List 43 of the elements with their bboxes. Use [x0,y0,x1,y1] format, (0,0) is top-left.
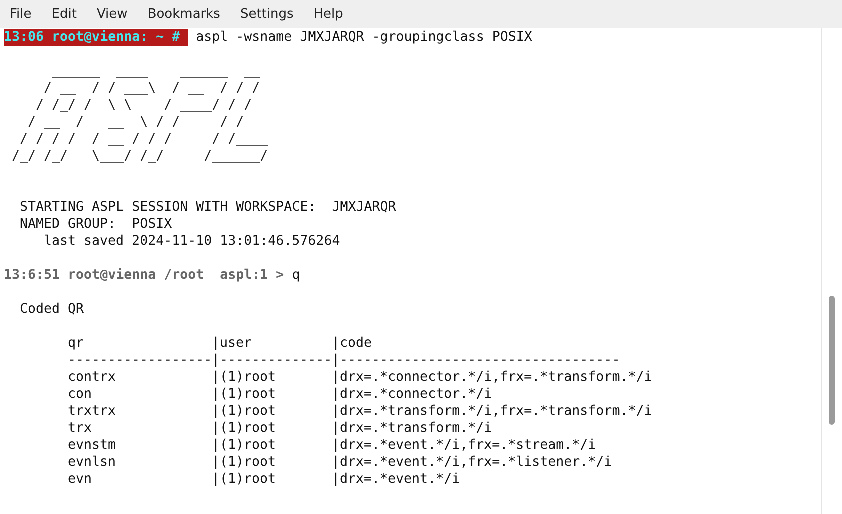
ascii-art-title: ______ ____ ______ __ / __ / / ___\ / __ / / / / /_/ / \ \ / ____/ / / / __ / __ \ / / / / / / / / / __ / / / / /____ /_/ /_/ \___/ /_/ /______/ [11,63,268,165]
table-cell: |drx=.*transform.*/i,frx=.*transform.*/i [332,403,652,420]
table-cell-text: |(1)root [212,454,278,471]
command-text: aspl -wsname JMXJARQR -groupingclass POSIX [196,29,532,46]
table-cell-text: con [68,386,94,403]
menu-item[interactable]: Settings [230,6,304,22]
session-message: STARTING ASPL SESSION WITH WORKSPACE: JMXJARQR [20,199,396,216]
table-cell: |drx=.*event.*/i [332,471,460,488]
result-title: Coded QR [20,301,84,318]
table-cell: |drx=.*event.*/i,frx=.*stream.*/i [332,437,596,454]
table-cell: |drx=.*transform.*/i [332,420,492,437]
table-cell-text: evnlsn [68,454,118,471]
column-header: |code [332,335,372,352]
group-message: NAMED GROUP: POSIX [20,216,172,233]
table-cell-text: evn [68,471,94,488]
table-cell-text: |(1)root [212,369,278,386]
last-saved-text: last saved 2024-11-10 13:01:46.576264 [44,233,340,250]
menu-item[interactable]: View [86,6,138,22]
table-cell: |drx=.*event.*/i,frx=.*listener.*/i [332,454,612,471]
shell-prompt: 13:06 root@vienna: ~ # [4,29,188,46]
table-cell-text: |(1)root [212,386,278,403]
table-cell: |drx=.*connector.*/i,frx=.*transform.*/i [332,369,652,386]
command-text: q [292,267,300,284]
menu-item[interactable]: Edit [42,6,87,22]
table-cell-text: trx [68,420,94,437]
menu-item[interactable]: Help [304,6,354,22]
table-cell-text: |(1)root [212,471,278,488]
column-header: |user [212,335,254,352]
table-cell-text: |(1)root [212,420,278,437]
menu-item[interactable]: File [0,6,42,22]
table-cell-text: trxtrx [68,403,118,420]
table-cell-text: |(1)root [212,437,278,454]
table-cell-text: |(1)root [212,403,278,420]
scrollbar-thumb[interactable] [829,296,835,425]
table-cell-text: evnstm [68,437,118,454]
menu-item[interactable]: Bookmarks [138,6,230,22]
table-divider: ------------------ [68,352,212,369]
shell-prompt: 13:6:51 root@vienna /root aspl:1 > [4,267,284,284]
column-header: qr [68,335,86,352]
table-divider: |----------------------------------- [332,352,620,369]
table-cell-text: contrx [68,369,118,386]
table-divider: |-------------- [212,352,332,369]
table-cell: |drx=.*connector.*/i [332,386,492,403]
